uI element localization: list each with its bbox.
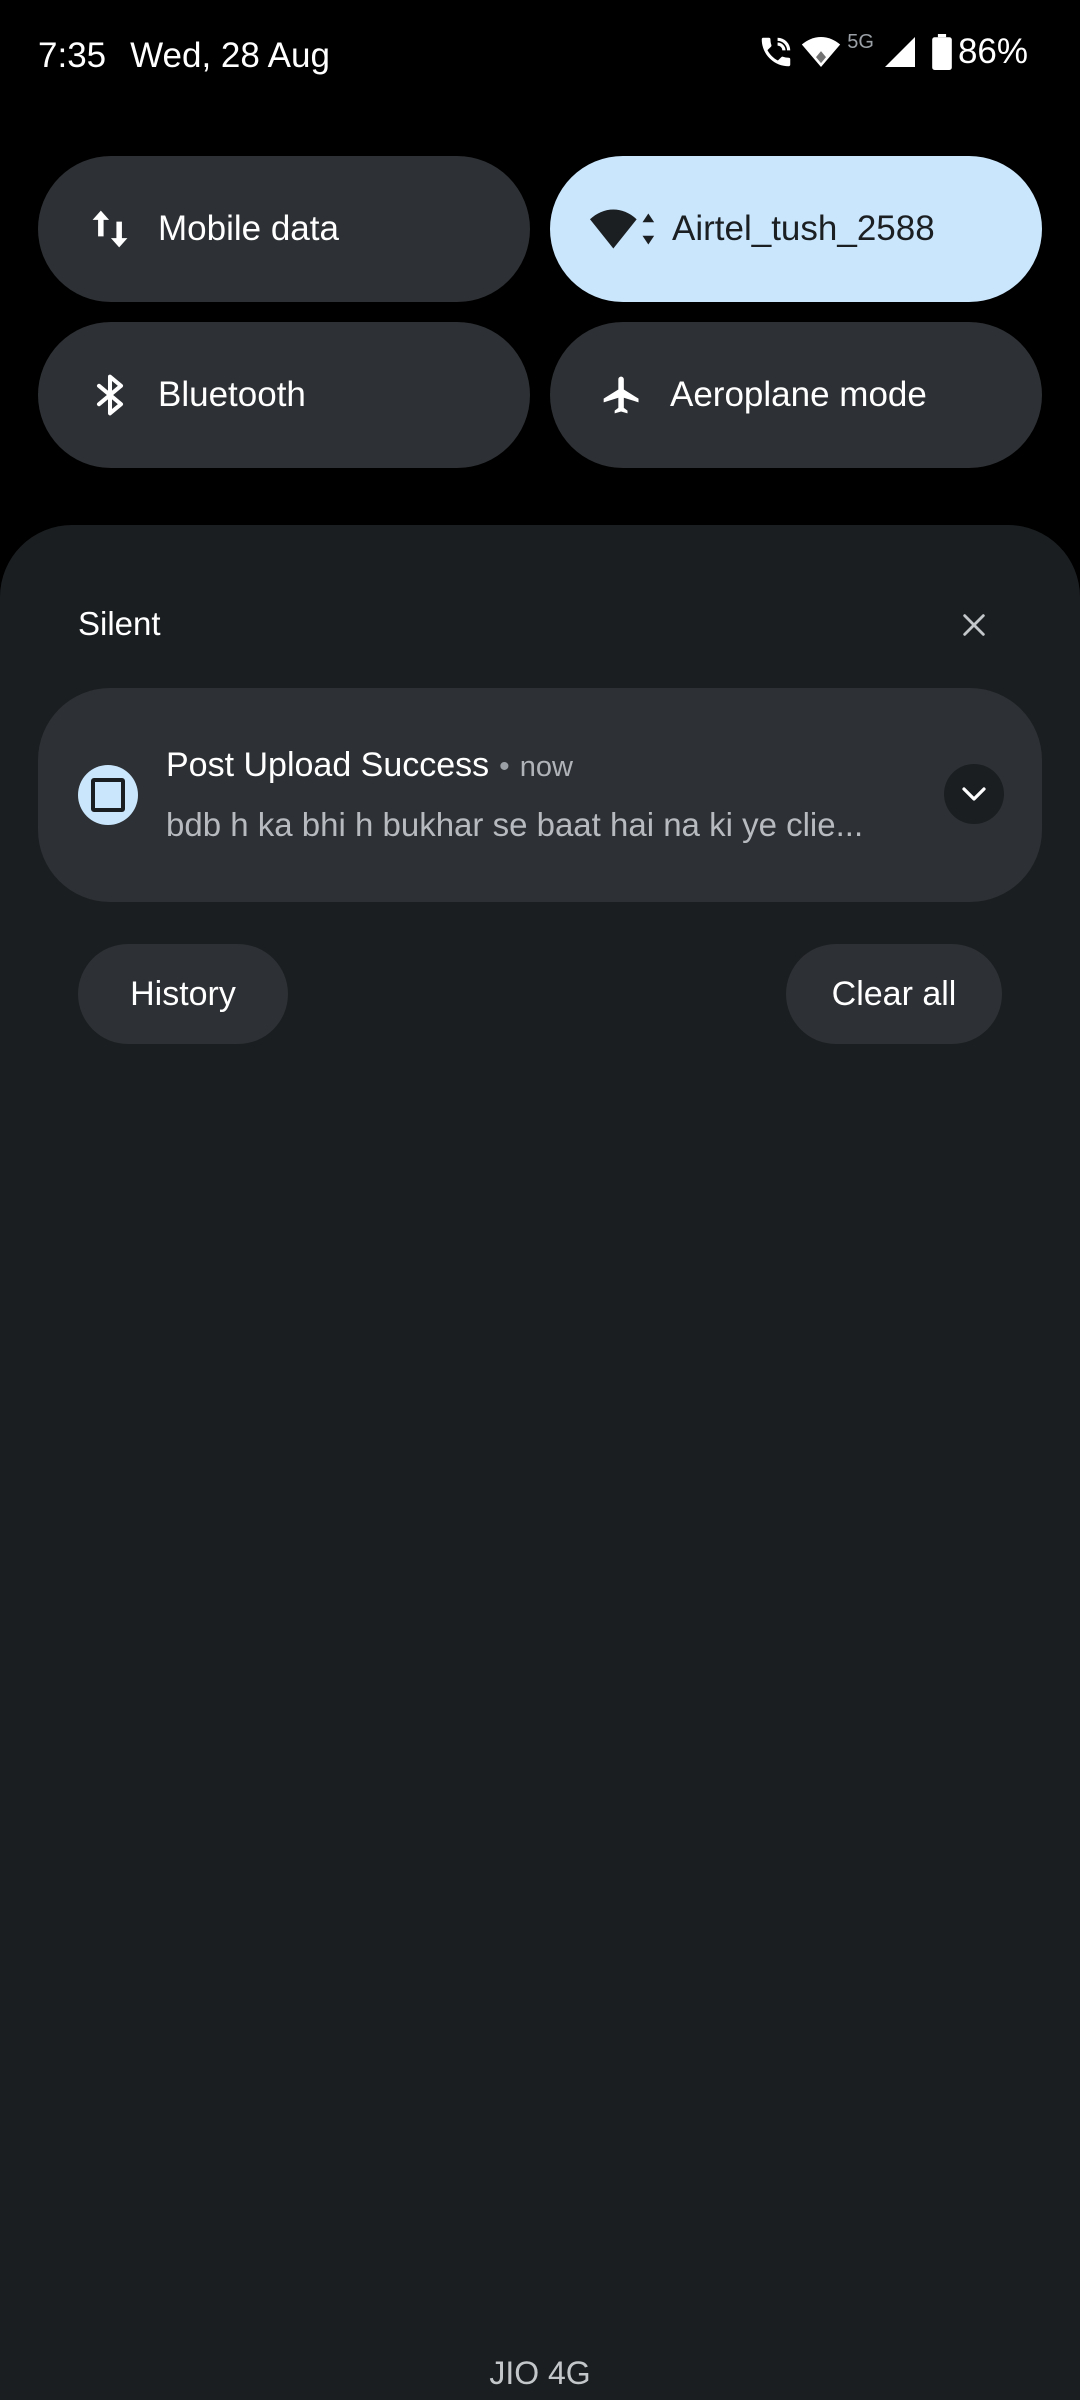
tile-aeroplane-mode[interactable]: Aeroplane mode [550, 322, 1042, 468]
notification-separator: • [499, 750, 510, 783]
status-left: 7:35 Wed, 28 Aug [38, 36, 330, 76]
battery-icon [932, 34, 952, 70]
app-icon [78, 765, 138, 825]
carrier-label: JIO 4G [489, 2355, 591, 2391]
tile-label: Aeroplane mode [670, 375, 927, 414]
network-type-label: 5G [847, 30, 874, 53]
clock: 7:35 [38, 36, 107, 75]
notification-time: now [519, 751, 573, 783]
tile-mobile-data[interactable]: Mobile data [38, 156, 530, 302]
tile-label: Bluetooth [158, 375, 306, 414]
close-icon[interactable] [954, 605, 994, 645]
chevron-down-icon[interactable] [944, 764, 1004, 824]
tile-label: Airtel_tush_2588 [672, 209, 935, 248]
airplane-icon [594, 367, 650, 423]
status-right: 5G 86% [757, 30, 1028, 72]
history-button[interactable]: History [78, 944, 288, 1044]
section-title-silent: Silent [78, 605, 161, 642]
notification-shade: Silent Post Upload Success • now bdb h k… [0, 525, 1080, 2400]
status-bar: 7:35 Wed, 28 Aug 5G 86% [0, 0, 1080, 120]
battery-percentage: 86% [957, 32, 1028, 71]
clear-all-button[interactable]: Clear all [786, 944, 1002, 1044]
wifi-calling-icon [757, 33, 795, 71]
tile-wifi[interactable]: Airtel_tush_2588 [550, 156, 1042, 302]
bluetooth-icon [82, 367, 138, 423]
square-icon [91, 778, 125, 812]
notification-body: bdb h ka bhi h bukhar se baat hai na ki … [166, 806, 864, 843]
mobile-data-icon [82, 201, 138, 257]
notification-header: Post Upload Success • now [166, 746, 573, 785]
date: Wed, 28 Aug [130, 36, 330, 75]
notification-card[interactable]: Post Upload Success • now bdb h ka bhi h… [38, 688, 1042, 902]
cell-signal-icon [882, 34, 918, 70]
wifi-status-icon [801, 34, 841, 70]
tile-bluetooth[interactable]: Bluetooth [38, 322, 530, 468]
wifi-icon [590, 201, 660, 257]
notification-title: Post Upload Success [166, 746, 490, 784]
tile-label: Mobile data [158, 209, 339, 248]
